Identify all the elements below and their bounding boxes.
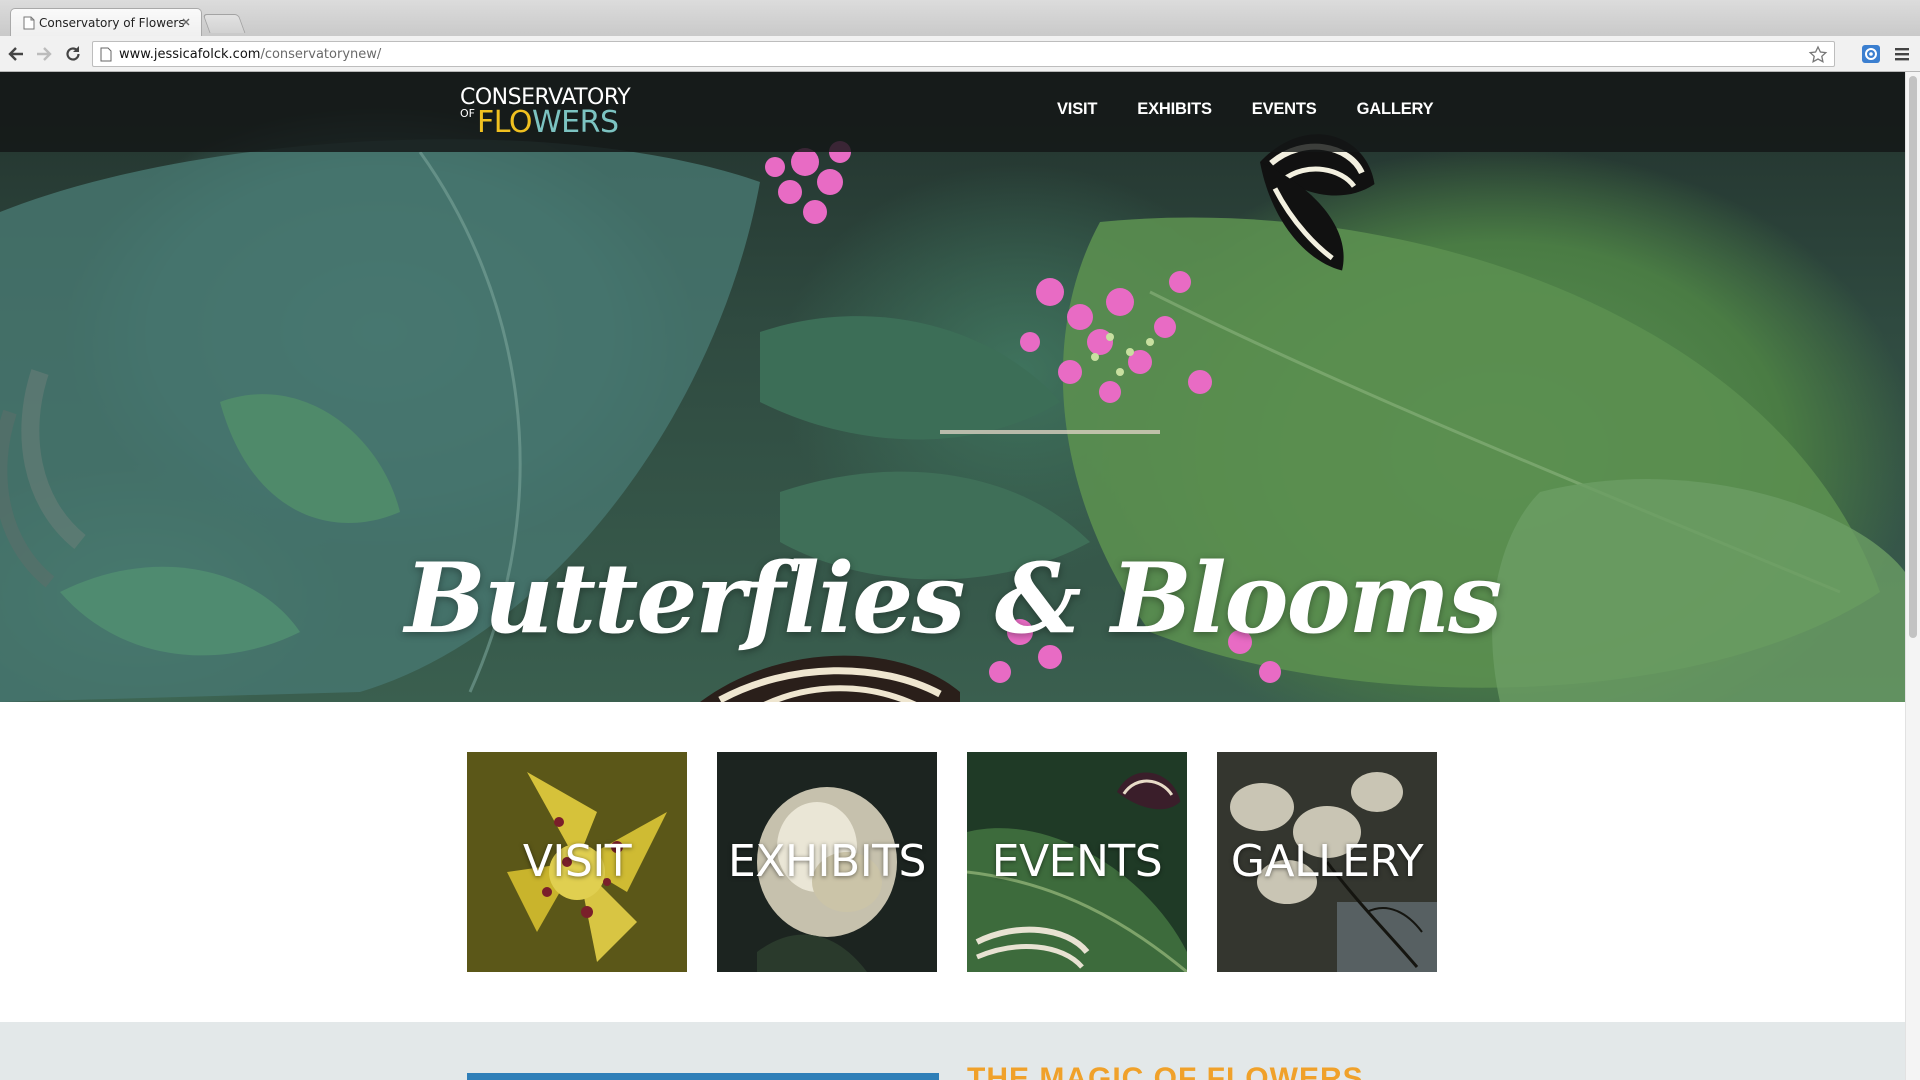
tile-visit[interactable]: VISIT <box>467 752 687 972</box>
forward-arrow-icon[interactable] <box>34 44 54 64</box>
nav-link-events[interactable]: EVENTS <box>1252 100 1317 119</box>
browser-tab[interactable]: Conservatory of Flowers <box>10 8 202 36</box>
vertical-scrollbar[interactable] <box>1905 72 1920 1080</box>
tile-exhibits[interactable]: EXHIBITS <box>717 752 937 972</box>
tile-gallery[interactable]: GALLERY <box>1217 752 1437 972</box>
page-icon <box>100 47 112 62</box>
logo-flowers-part2: WERS <box>532 105 619 140</box>
url-path: /conservatorynew/ <box>260 47 382 62</box>
site-header: CONSERVATORY OF FLOWERS VISIT EXHIBITS E… <box>0 72 1905 152</box>
site-logo[interactable]: CONSERVATORY OF FLOWERS <box>460 85 631 140</box>
scrollbar-thumb[interactable] <box>1909 76 1917 638</box>
url-host: www.jessicafolck.com <box>119 47 261 62</box>
close-icon[interactable] <box>179 15 193 29</box>
hero-title: Butterflies & Blooms <box>404 542 1502 655</box>
address-bar[interactable]: www.jessicafolck.com/conservatorynew/ <box>92 41 1835 67</box>
url-text[interactable]: www.jessicafolck.com/conservatorynew/ <box>119 47 381 62</box>
section-heading: THE MAGIC OF FLOWERS <box>967 1062 1364 1080</box>
logo-of: OF <box>460 107 475 120</box>
section-accent-bar <box>467 1073 939 1080</box>
tile-label-exhibits: EXHIBITS <box>728 836 926 887</box>
tile-label-events: EVENTS <box>991 836 1163 887</box>
nav-link-exhibits[interactable]: EXHIBITS <box>1137 100 1212 119</box>
page-icon <box>23 16 35 30</box>
logo-flowers: FLOWERS <box>477 105 619 140</box>
bookmark-star-icon[interactable] <box>1808 45 1828 65</box>
tab-strip: Conservatory of Flowers <box>0 0 1920 36</box>
tab-title: Conservatory of Flowers <box>39 16 185 30</box>
browser-toolbar: www.jessicafolck.com/conservatorynew/ <box>0 36 1920 72</box>
hero-banner: CONSERVATORY OF FLOWERS VISIT EXHIBITS E… <box>0 72 1905 702</box>
main-nav: VISIT EXHIBITS EVENTS GALLERY <box>1057 100 1434 119</box>
tile-label-visit: VISIT <box>522 836 632 887</box>
feature-tiles: VISIT EXHIBITS EVENTS GALLERY <box>467 752 1439 972</box>
content-section: THE MAGIC OF FLOWERS <box>0 1022 1905 1080</box>
back-arrow-icon[interactable] <box>6 44 26 64</box>
logo-flowers-part1: FLO <box>477 105 533 140</box>
reload-icon[interactable] <box>63 44 83 64</box>
nav-link-gallery[interactable]: GALLERY <box>1357 100 1434 119</box>
nav-link-visit[interactable]: VISIT <box>1057 100 1097 119</box>
page-viewport: CONSERVATORY OF FLOWERS VISIT EXHIBITS E… <box>0 72 1905 1080</box>
new-tab-button[interactable] <box>202 14 246 33</box>
tile-events[interactable]: EVENTS <box>967 752 1187 972</box>
extension-icon[interactable] <box>1861 44 1881 64</box>
menu-icon[interactable] <box>1893 45 1911 63</box>
tile-label-gallery: GALLERY <box>1230 836 1424 887</box>
